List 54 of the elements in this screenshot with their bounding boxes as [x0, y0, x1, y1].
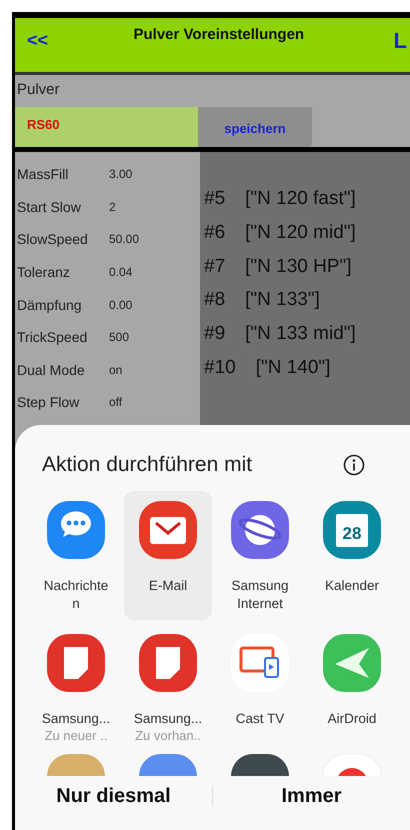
param-value: 3.00	[109, 167, 132, 182]
app-option[interactable]: 28 Kalender	[308, 491, 396, 620]
param-label: MassFill	[17, 166, 70, 182]
app-icon[interactable]	[323, 754, 381, 776]
app-option[interactable]: Samsung Internet	[216, 491, 304, 620]
preset-number: #6	[204, 222, 226, 245]
cast-app-icon	[231, 634, 289, 692]
app-option[interactable]: Samsung... Zu neuer ..	[32, 624, 120, 753]
info-icon[interactable]	[343, 454, 365, 476]
param-value: 50.00	[109, 232, 140, 246]
app-option[interactable]: Nachrichten	[32, 491, 120, 620]
preset-name: ["N 130 HP"]	[245, 256, 352, 279]
mail-app-icon	[139, 501, 197, 559]
preset-name: ["N 120 mid"]	[245, 222, 356, 245]
app-option[interactable]: Samsung... Zu vorhan..	[124, 624, 212, 753]
param-label: Dual Mode	[17, 362, 86, 378]
back-button[interactable]: <<	[23, 30, 52, 51]
param-value: off	[109, 395, 122, 410]
preset-name: ["N 140"]	[256, 356, 330, 380]
powder-label: Pulver	[16, 80, 61, 100]
preset-number: #8	[204, 289, 226, 312]
param-value: 0.04	[109, 265, 132, 280]
preset-number: #10	[204, 356, 236, 380]
header-button[interactable]: L	[386, 28, 410, 54]
preset-number: #7	[204, 256, 226, 279]
preset-name: ["N 120 fast"]	[245, 188, 356, 211]
screen-title: Pulver Voreinstellungen	[132, 26, 306, 43]
param-value: 500	[109, 330, 130, 344]
preset-number: #5	[204, 188, 226, 211]
param-value: 0.00	[109, 298, 132, 312]
messages-app-icon	[47, 501, 105, 559]
app-option[interactable]: AirDroid	[308, 624, 396, 753]
param-value: 2	[109, 200, 116, 214]
browser-app-icon	[231, 501, 289, 559]
param-label: Dämpfung	[17, 296, 83, 313]
param-value: on	[109, 362, 122, 377]
param-label: Start Slow	[17, 198, 82, 215]
notes-app-icon	[47, 634, 105, 692]
notes-app-icon	[139, 634, 197, 692]
calendar-app-icon: 28	[323, 501, 381, 559]
preset-number: #9	[204, 323, 226, 346]
app-option[interactable]: E-Mail	[124, 491, 212, 620]
preset-name: ["N 133"]	[245, 289, 320, 312]
airdroid-app-icon	[323, 634, 381, 692]
param-label: Toleranz	[17, 264, 71, 280]
param-label: Step Flow	[17, 394, 80, 410]
just-once-button[interactable]: Nur diesmal	[15, 784, 212, 808]
sheet-title: Aktion durchführen mit	[42, 453, 254, 477]
app-option[interactable]: Cast TV	[216, 624, 304, 753]
param-label: TrickSpeed	[17, 329, 88, 346]
preset-name: ["N 133 mid"]	[245, 323, 356, 346]
always-button[interactable]: Immer	[213, 784, 410, 808]
param-label: SlowSpeed	[17, 231, 89, 248]
app-icon[interactable]	[231, 754, 289, 776]
